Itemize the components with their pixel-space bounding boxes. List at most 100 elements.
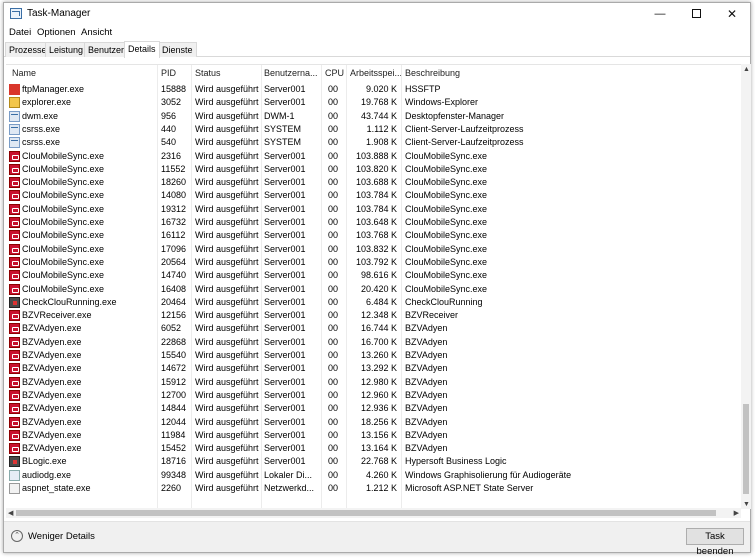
table-row[interactable]: aspnet_state.exe 2260 Wird ausgeführt Netzw…: [6, 482, 742, 495]
table-row[interactable]: BZVAdyen.exe 12700 Wird ausgeführt Server00…: [6, 389, 742, 402]
fewer-details-link[interactable]: Weniger Details: [28, 531, 95, 542]
tab-benutzer[interactable]: Benutzer: [84, 42, 129, 57]
scroll-down-icon[interactable]: ▼: [743, 501, 750, 508]
cell-user: Server001: [264, 243, 306, 254]
table-row[interactable]: ClouMobileSync.exe 11552 Wird ausgeführt Se…: [6, 163, 742, 176]
end-task-button[interactable]: Task beenden: [686, 528, 744, 557]
cell-desc: Windows-Explorer: [405, 97, 479, 108]
table-row[interactable]: BZVAdyen.exe 11984 Wird ausgeführt Server00…: [6, 429, 742, 442]
menu-datei[interactable]: Datei: [9, 27, 31, 38]
tab-bar: Prozesse Leistung Benutzer Details Diens…: [4, 41, 750, 58]
cell-desc: ClouMobileSync.exe: [405, 256, 488, 267]
table-row[interactable]: dwm.exe 956 Wird ausgeführt DWM-1 00 43.744 K…: [6, 110, 742, 123]
cell-cpu: 00: [328, 376, 339, 387]
table-row[interactable]: ClouMobileSync.exe 19312 Wird ausgeführt Se…: [6, 203, 742, 216]
minimize-button[interactable]: —: [642, 3, 678, 25]
cell-user: Server001: [264, 323, 306, 334]
cell-cpu: 00: [328, 123, 339, 134]
cell-mem: 13.156 K: [360, 429, 397, 440]
cell-cpu: 00: [328, 310, 339, 321]
vertical-scrollbar[interactable]: ▲ ▼: [741, 64, 751, 509]
scroll-up-icon[interactable]: ▲: [743, 66, 750, 73]
table-row[interactable]: ClouMobileSync.exe 14740 Wird ausgeführt Se…: [6, 269, 742, 282]
table-row[interactable]: BZVAdyen.exe 14672 Wird ausgeführt Server00…: [6, 362, 742, 375]
table-row[interactable]: BZVAdyen.exe 22868 Wird ausgeführt Server00…: [6, 336, 742, 349]
table-row[interactable]: BZVAdyen.exe 12044 Wird ausgeführt Server00…: [6, 416, 742, 429]
cell-status: Wird ausgeführt: [195, 456, 259, 467]
table-row[interactable]: BZVAdyen.exe 15452 Wird ausgeführt Server00…: [6, 442, 742, 455]
menu-optionen[interactable]: Optionen: [37, 27, 76, 38]
table-row[interactable]: csrss.exe 440 Wird ausgeführt SYSTEM 00 1.112…: [6, 123, 742, 136]
table-row[interactable]: ClouMobileSync.exe 14080 Wird ausgeführt Se…: [6, 189, 742, 202]
col-header-user[interactable]: Benutzerna...: [264, 68, 318, 78]
cell-status: Wird ausgeführt: [195, 256, 259, 267]
tab-dienste[interactable]: Dienste: [158, 42, 197, 57]
scroll-left-icon[interactable]: ◀: [8, 509, 13, 517]
cell-pid: 14080: [161, 190, 187, 201]
maximize-button[interactable]: [678, 3, 714, 25]
table-row[interactable]: audiodg.exe 99348 Wird ausgeführt Lokaler D…: [6, 469, 742, 482]
table-row[interactable]: BZVAdyen.exe 14844 Wird ausgeführt Server00…: [6, 402, 742, 415]
table-row[interactable]: ClouMobileSync.exe 18260 Wird ausgeführt Se…: [6, 176, 742, 189]
cell-desc: BZVAdyen: [405, 376, 448, 387]
table-row[interactable]: ClouMobileSync.exe 2316 Wird ausgeführt Ser…: [6, 150, 742, 163]
table-row[interactable]: ClouMobileSync.exe 20564 Wird ausgeführt Se…: [6, 256, 742, 269]
cell-cpu: 00: [328, 483, 339, 493]
cell-desc: ClouMobileSync.exe: [405, 230, 488, 241]
chevron-up-icon[interactable]: ⌃: [11, 530, 23, 542]
cell-name: ClouMobileSync.exe: [22, 150, 105, 161]
table-row[interactable]: CheckClouRunning.exe 20464 Wird ausgeführt…: [6, 296, 742, 309]
cell-user: Server001: [264, 177, 306, 188]
cell-pid: 14844: [161, 403, 187, 414]
cell-name: ClouMobileSync.exe: [22, 230, 105, 241]
table-row[interactable]: ftpManager.exe 15888 Wird ausgeführt Server…: [6, 83, 742, 96]
cell-name: BZVAdyen.exe: [22, 376, 82, 387]
cell-desc: Desktopfenster-Manager: [405, 110, 505, 121]
cell-pid: 540: [161, 137, 177, 148]
table-row[interactable]: ClouMobileSync.exe 16112 Wird ausgeführt Se…: [6, 229, 742, 242]
title-bar[interactable]: Task-Manager — ✕: [4, 3, 750, 25]
cell-name: BZVAdyen.exe: [22, 429, 82, 440]
col-header-cpu[interactable]: CPU: [325, 68, 344, 78]
table-row[interactable]: ClouMobileSync.exe 17096 Wird ausgeführt Se…: [6, 243, 742, 256]
cell-pid: 16732: [161, 217, 187, 227]
table-row[interactable]: ClouMobileSync.exe 16732 Wird ausgeführt Se…: [6, 216, 742, 229]
menu-ansicht[interactable]: Ansicht: [81, 27, 112, 38]
tab-prozesse[interactable]: Prozesse: [5, 42, 51, 57]
tab-details[interactable]: Details: [124, 41, 160, 58]
horizontal-scroll-thumb[interactable]: [16, 510, 716, 516]
cell-cpu: 00: [328, 416, 339, 427]
cell-user: Server001: [264, 270, 306, 281]
table-row[interactable]: BZVAdyen.exe 6052 Wird ausgeführt Server001…: [6, 322, 742, 335]
table-row[interactable]: BLogic.exe 18716 Wird ausgeführt Server001 0…: [6, 455, 742, 468]
tab-leistung[interactable]: Leistung: [45, 42, 88, 57]
scroll-right-icon[interactable]: ▶: [734, 509, 739, 517]
cell-name: csrss.exe: [22, 123, 61, 134]
table-row[interactable]: BZVAdyen.exe 15912 Wird ausgeführt Server00…: [6, 376, 742, 389]
table-row[interactable]: BZVAdyen.exe 15540 Wird ausgeführt Server00…: [6, 349, 742, 362]
cell-desc: ClouMobileSync.exe: [405, 283, 488, 294]
col-header-status[interactable]: Status: [195, 68, 221, 78]
col-header-mem[interactable]: Arbeitsspei...: [350, 68, 402, 78]
cell-cpu: 00: [328, 84, 339, 94]
sort-arrow-icon: ^: [78, 64, 81, 69]
vertical-scroll-thumb[interactable]: [743, 404, 749, 494]
col-header-name[interactable]: Name: [12, 68, 36, 78]
cell-cpu: 00: [328, 283, 339, 294]
table-row[interactable]: explorer.exe 3052 Wird ausgeführt Server001…: [6, 96, 742, 109]
col-header-desc[interactable]: Beschreibung: [405, 68, 460, 78]
cell-mem: 103.784 K: [355, 203, 397, 214]
table-row[interactable]: ClouMobileSync.exe 16408 Wird ausgeführt Se…: [6, 283, 742, 296]
col-header-pid[interactable]: PID: [161, 68, 176, 78]
cell-desc: ClouMobileSync.exe: [405, 243, 488, 254]
cell-name: ClouMobileSync.exe: [22, 256, 105, 267]
horizontal-scrollbar[interactable]: ◀ ▶: [6, 508, 741, 518]
cell-pid: 15888: [161, 84, 187, 94]
table-row[interactable]: BZVReceiver.exe 12156 Wird ausgeführt Serve…: [6, 309, 742, 322]
table-row[interactable]: csrss.exe 540 Wird ausgeführt SYSTEM 00 1.908…: [6, 136, 742, 149]
cell-name: BZVAdyen.exe: [22, 389, 82, 400]
cell-desc: Hypersoft Business Logic: [405, 456, 507, 467]
cell-pid: 15540: [161, 350, 187, 360]
close-button[interactable]: ✕: [714, 3, 750, 25]
cell-cpu: 00: [328, 456, 339, 467]
